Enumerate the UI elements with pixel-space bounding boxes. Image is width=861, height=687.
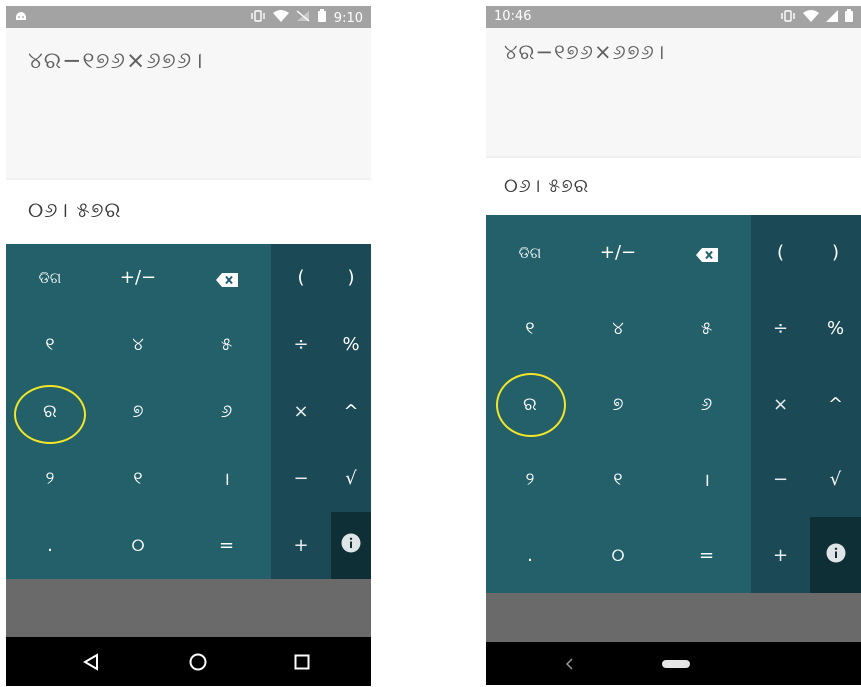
info-icon [826, 543, 846, 568]
digit-0-button[interactable]: ୦ [94, 512, 182, 579]
digit-2-button[interactable]: ୧ [574, 442, 662, 517]
digit-7-button[interactable]: ୧ [486, 290, 574, 366]
result-text: ୦୬। ୫୭ର [504, 175, 590, 197]
close-paren-button[interactable]: ) [331, 244, 371, 311]
back-chevron-icon[interactable] [558, 652, 582, 676]
digit-5-button[interactable]: ୭ [94, 378, 182, 445]
decimal-point-button[interactable]: . [486, 517, 574, 593]
status-time: 10:46 [494, 9, 532, 24]
digit-1-button[interactable]: ୨ [6, 445, 94, 512]
gray-band [6, 579, 371, 637]
multiply-button[interactable]: × [751, 366, 810, 442]
percent-button[interactable]: % [331, 311, 371, 378]
info-button[interactable] [331, 512, 371, 579]
expression-display[interactable]: ୪ର−୧୭୬×୬୭୬। [6, 28, 371, 180]
left-phone-screen: 9:10 ୪ର−୧୭୬×୬୭୬। ୦୬। ୫୭ର ଡିଗ +/− ( ) ୧ ୪… [6, 6, 371, 686]
navigation-bar [6, 637, 371, 686]
sqrt-button[interactable]: √ [331, 445, 371, 512]
digit-0-button[interactable]: ୦ [574, 517, 662, 593]
wifi-icon [803, 9, 819, 27]
battery-icon [845, 9, 853, 27]
digit-9-button[interactable]: ୫ [182, 311, 271, 378]
digit-3-button[interactable]: । [662, 442, 751, 517]
clear-button[interactable]: ଡିଗ [486, 215, 574, 290]
power-button[interactable]: ^ [331, 378, 371, 445]
clear-button[interactable]: ଡିଗ [6, 244, 94, 311]
wifi-icon [272, 9, 289, 27]
recents-square-icon[interactable] [287, 649, 317, 674]
percent-button[interactable]: % [810, 290, 861, 366]
home-pill-icon[interactable] [661, 654, 691, 674]
digit-5-button[interactable]: ୭ [574, 366, 662, 442]
status-bar: 9:10 [6, 6, 371, 28]
back-triangle-icon[interactable] [76, 649, 106, 674]
plus-button[interactable]: + [271, 512, 331, 579]
result-display: ୦୬। ୫୭ର [486, 158, 861, 215]
digit-6-button[interactable]: ୬ [662, 366, 751, 442]
digit-9-button[interactable]: ୫ [662, 290, 751, 366]
expression-display[interactable]: ୪ର−୧୭୬×୬୭୬। [486, 28, 861, 158]
result-display: ୦୬। ୫୭ର [6, 180, 371, 244]
decimal-point-button[interactable]: . [6, 512, 94, 579]
multiply-button[interactable]: × [271, 378, 331, 445]
signal-icon [826, 9, 838, 27]
divide-button[interactable]: ÷ [271, 311, 331, 378]
navigation-bar [486, 642, 861, 685]
sqrt-button[interactable]: √ [810, 442, 861, 517]
info-button[interactable] [810, 517, 861, 593]
digit-1-button[interactable]: ୨ [486, 442, 574, 517]
status-time: 9:10 [333, 10, 363, 26]
digit-8-button[interactable]: ୪ [574, 290, 662, 366]
backspace-button[interactable] [662, 215, 751, 290]
status-bar: 10:46 [486, 6, 861, 28]
close-paren-button[interactable]: ) [810, 215, 861, 290]
equals-button[interactable]: = [182, 512, 271, 579]
digit-2-button[interactable]: ୧ [94, 445, 182, 512]
expression-text: ୪ର−୧୭୬×୬୭୬। [28, 48, 204, 74]
expression-text: ୪ର−୧୭୬×୬୭୬। [504, 40, 666, 64]
plus-button[interactable]: + [751, 517, 810, 593]
divide-button[interactable]: ÷ [751, 290, 810, 366]
equals-button[interactable]: = [662, 517, 751, 593]
battery-icon [317, 9, 327, 27]
backspace-icon [695, 246, 718, 262]
digit-3-button[interactable]: । [182, 445, 271, 512]
keypad: ଡିଗ +/− ( ) ୧ ୪ ୫ ÷ % ର ୭ ୬ × ^ ୨ ୧ । − … [486, 215, 861, 593]
backspace-icon [215, 271, 238, 287]
gray-band [486, 593, 861, 642]
open-paren-button[interactable]: ( [271, 244, 331, 311]
no-signal-icon [296, 9, 310, 27]
info-icon [341, 533, 361, 558]
tap-highlight-circle [496, 373, 566, 437]
minus-button[interactable]: − [271, 445, 331, 512]
sign-toggle-button[interactable]: +/− [94, 244, 182, 311]
sign-toggle-button[interactable]: +/− [574, 215, 662, 290]
power-button[interactable]: ^ [810, 366, 861, 442]
digit-8-button[interactable]: ୪ [94, 311, 182, 378]
result-text: ୦୬। ୫୭ର [28, 198, 122, 222]
vibrate-icon [780, 9, 796, 27]
backspace-button[interactable] [182, 244, 271, 311]
tap-highlight-circle [14, 385, 86, 444]
home-circle-icon[interactable] [183, 649, 213, 674]
keypad: ଡିଗ +/− ( ) ୧ ୪ ୫ ÷ % ର ୭ ୬ × ^ ୨ ୧ । − … [6, 244, 371, 579]
right-phone-screen: 10:46 ୪ର−୧୭୬×୬୭୬। ୦୬। ୫୭ର ଡିଗ +/− () ୧ … [486, 6, 861, 685]
android-icon [14, 9, 28, 27]
vibrate-icon [250, 9, 266, 27]
open-paren-button[interactable]: ( [751, 215, 810, 290]
digit-7-button[interactable]: ୧ [6, 311, 94, 378]
minus-button[interactable]: − [751, 442, 810, 517]
digit-6-button[interactable]: ୬ [182, 378, 271, 445]
